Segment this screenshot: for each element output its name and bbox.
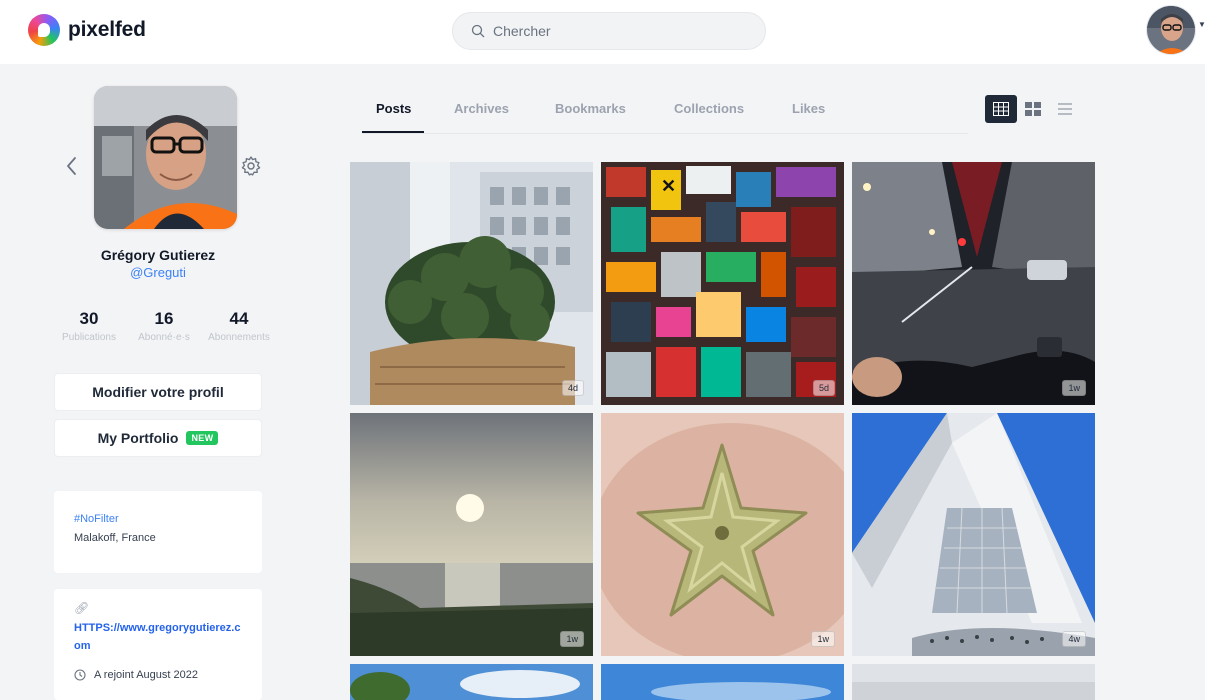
stat-label: Abonnements [208, 332, 270, 343]
app-name: pixelfed [68, 18, 146, 41]
chevron-down-icon[interactable]: ▼ [1198, 20, 1205, 29]
post-age: 1w [811, 631, 835, 647]
clock-icon [74, 669, 86, 681]
joined-date: A rejoint August 2022 [74, 669, 242, 681]
tab-likes[interactable]: Likes [792, 101, 825, 116]
post-age: 1w [560, 631, 584, 647]
list-icon [1058, 103, 1072, 115]
chevron-left-icon[interactable] [62, 152, 82, 180]
tab-collections[interactable]: Collections [674, 101, 744, 116]
stat-label: Abonné·e·s [138, 332, 190, 343]
sea-sunset-photo [350, 413, 593, 656]
night-street-photo [852, 162, 1095, 405]
link-icon: 🔗︎ [74, 601, 90, 615]
profile-avatar [94, 86, 237, 229]
post-age: 4w [1062, 631, 1086, 647]
post-stickers[interactable]: ✕ 5d [601, 162, 844, 405]
stat-value: 16 [154, 309, 174, 328]
top-bar: pixelfed ▼ [0, 0, 1205, 64]
stat-publications[interactable]: 30 Publications [54, 309, 124, 343]
stickers-photo: ✕ [601, 162, 844, 405]
links-card: 🔗︎ HTTPS://www.gregorygutierez.com A rej… [54, 589, 262, 700]
starfish-photo [601, 413, 844, 656]
stat-following[interactable]: 44 Abonnements [204, 309, 274, 343]
view-mode-toggle [985, 95, 1083, 123]
search-input[interactable] [493, 23, 733, 39]
cloudy-photo [852, 664, 1095, 700]
new-badge: NEW [186, 431, 219, 445]
post-grande-arche[interactable]: 4w [852, 413, 1095, 656]
tab-bookmarks[interactable]: Bookmarks [555, 101, 626, 116]
sky-photo [350, 664, 593, 700]
portfolio-label: My Portfolio [97, 430, 179, 446]
profile-name: Grégory Gutierez [100, 247, 216, 263]
tab-posts[interactable]: Posts [376, 101, 411, 116]
edit-profile-label: Modifier votre profil [92, 384, 224, 400]
sky-photo [601, 664, 844, 700]
grande-arche-photo [852, 413, 1095, 656]
app-logo[interactable]: pixelfed [28, 14, 146, 46]
post-night-street[interactable]: 1w [852, 162, 1095, 405]
joined-text: A rejoint August 2022 [94, 669, 198, 681]
bio-location: Malakoff, France [74, 532, 156, 544]
grid-3-icon [993, 102, 1009, 116]
svg-text:✕: ✕ [661, 176, 676, 196]
stat-label: Publications [62, 332, 116, 343]
profile-handle[interactable]: @Greguti [54, 265, 262, 280]
edit-profile-button[interactable]: Modifier votre profil [54, 373, 262, 411]
search-icon [471, 24, 485, 38]
pixelfed-logo-icon [28, 14, 60, 46]
search-bar[interactable] [452, 12, 766, 50]
user-avatar[interactable] [1146, 5, 1196, 55]
gear-icon[interactable] [240, 155, 262, 177]
post-age: 1w [1062, 380, 1086, 396]
post-sea-sunset[interactable]: 1w [350, 413, 593, 656]
post-partial-3[interactable] [852, 664, 1095, 700]
post-age: 5d [812, 380, 835, 396]
grid-2-view-button[interactable] [1017, 95, 1049, 123]
profile-tabs: Posts Archives Bookmarks Collections Lik… [362, 86, 968, 134]
website-link[interactable]: HTTPS://www.gregorygutierez.com [74, 619, 242, 655]
stat-value: 30 [79, 309, 99, 328]
portfolio-button[interactable]: My Portfolio NEW [54, 419, 262, 457]
post-partial-1[interactable] [350, 664, 593, 700]
list-view-button[interactable] [1049, 95, 1081, 123]
grid-3-view-button[interactable] [985, 95, 1017, 123]
post-age: 4d [561, 380, 584, 396]
post-partial-2[interactable] [601, 664, 844, 700]
tab-archives[interactable]: Archives [454, 101, 509, 116]
active-tab-indicator [362, 131, 424, 133]
stat-value: 44 [229, 309, 249, 328]
cactus-photo [350, 162, 593, 405]
bio-hashtag[interactable]: #NoFilter [74, 513, 242, 525]
profile-stats: 30 Publications 16 Abonné·e·s 44 Abonnem… [54, 309, 274, 343]
grid-2-icon [1025, 102, 1041, 116]
bio-card: #NoFilter Malakoff, France [54, 491, 262, 573]
post-starfish[interactable]: 1w [601, 413, 844, 656]
stat-followers[interactable]: 16 Abonné·e·s [129, 309, 199, 343]
post-cactus[interactable]: 4d [350, 162, 593, 405]
